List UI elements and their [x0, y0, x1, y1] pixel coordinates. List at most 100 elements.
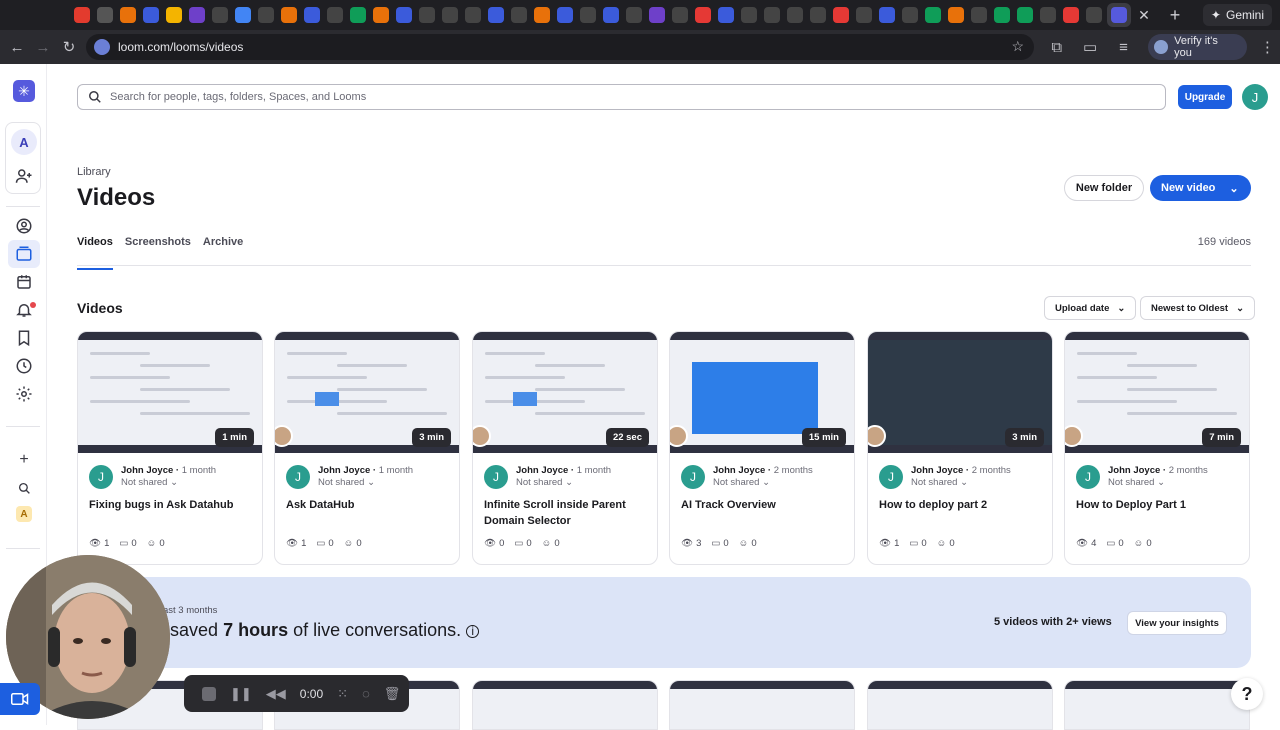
tab-favicon-icon[interactable]: [510, 7, 527, 23]
tab-favicon-icon[interactable]: [119, 7, 136, 23]
video-thumbnail[interactable]: 7 min: [1065, 332, 1249, 453]
video-thumbnail[interactable]: 1 min: [78, 332, 262, 453]
user-avatar[interactable]: J: [1242, 84, 1268, 110]
tab-favicon-icon[interactable]: [188, 7, 205, 23]
tab-favicon-icon[interactable]: [142, 7, 159, 23]
bookmark-star-icon[interactable]: ☆: [1011, 38, 1024, 55]
tab-favicon-icon[interactable]: [372, 7, 389, 23]
extensions-icon[interactable]: ⧉: [1044, 39, 1069, 56]
tab-favicon-icon[interactable]: [165, 7, 182, 23]
tab-favicon-icon[interactable]: [326, 7, 343, 23]
tab-favicon-icon[interactable]: [625, 7, 642, 23]
tab-favicon-icon[interactable]: [924, 7, 941, 23]
video-title[interactable]: How to Deploy Part 1: [1076, 497, 1241, 513]
cancel-icon[interactable]: ◌: [362, 686, 370, 701]
profile-verify-button[interactable]: Verify it's you: [1148, 34, 1247, 60]
camera-toggle-icon[interactable]: [0, 683, 40, 715]
video-card[interactable]: 15 min J John Joyce · 2 months Not shared ⌄…: [669, 331, 855, 565]
tab-favicon-icon[interactable]: [257, 7, 274, 23]
gemini-button[interactable]: ✦ Gemini: [1202, 4, 1272, 26]
video-card-thumbnail-partial[interactable]: [472, 680, 658, 730]
tab-favicon-icon[interactable]: [602, 7, 619, 23]
tab-favicon-icon[interactable]: [809, 7, 826, 23]
tab-favicon-icon[interactable]: [1039, 7, 1056, 23]
tab-favicon-icon[interactable]: [993, 7, 1010, 23]
pause-icon[interactable]: ❚❚: [230, 686, 252, 702]
tab-favicon-icon[interactable]: [579, 7, 596, 23]
tab-favicon-icon[interactable]: [487, 7, 504, 23]
tab-favicon-icon[interactable]: [556, 7, 573, 23]
tab-favicon-icon[interactable]: [395, 7, 412, 23]
tab-favicon-icon[interactable]: [694, 7, 711, 23]
bookmark-icon[interactable]: [8, 324, 40, 352]
active-tab[interactable]: [1107, 3, 1131, 27]
video-card-thumbnail-partial[interactable]: [867, 680, 1053, 730]
tab-favicon-icon[interactable]: [418, 7, 435, 23]
new-tab-icon[interactable]: +: [1161, 5, 1189, 26]
new-video-button[interactable]: New video ⌄: [1150, 175, 1251, 201]
workspace-shortcut[interactable]: A: [8, 500, 40, 528]
info-icon[interactable]: i: [466, 624, 480, 638]
tab-favicon-icon[interactable]: [855, 7, 872, 23]
notifications-bell-icon[interactable]: [8, 296, 40, 324]
tab-favicon-icon[interactable]: [96, 7, 113, 23]
tab-favicon-icon[interactable]: [648, 7, 665, 23]
tab-favicon-icon[interactable]: [786, 7, 803, 23]
tab-favicon-icon[interactable]: [234, 7, 251, 23]
video-card[interactable]: 7 min J John Joyce · 2 months Not shared ⌄ H…: [1064, 331, 1250, 565]
view-insights-button[interactable]: View your insights: [1127, 611, 1227, 635]
video-thumbnail[interactable]: 22 sec: [473, 332, 657, 453]
invite-user-icon[interactable]: [8, 162, 40, 190]
video-thumbnail[interactable]: 3 min: [868, 332, 1052, 453]
add-icon[interactable]: +: [8, 446, 40, 474]
tab-favicon-icon[interactable]: [73, 7, 90, 23]
loom-logo-icon[interactable]: ✳: [13, 80, 35, 102]
profile-icon[interactable]: [8, 212, 40, 240]
video-thumbnail[interactable]: 15 min: [670, 332, 854, 453]
video-title[interactable]: Ask DataHub: [286, 497, 451, 513]
tab-favicon-icon[interactable]: [763, 7, 780, 23]
search-icon[interactable]: [8, 474, 40, 502]
workspace-avatar[interactable]: A: [11, 129, 37, 155]
share-status-dropdown[interactable]: Not shared ⌄: [1108, 477, 1208, 489]
trash-icon[interactable]: 🗑︎: [384, 686, 401, 702]
tab-favicon-icon[interactable]: [441, 7, 458, 23]
tab-favicon-icon[interactable]: [464, 7, 481, 23]
tab-favicon-icon[interactable]: [211, 7, 228, 23]
video-card-thumbnail-partial[interactable]: [1064, 680, 1250, 730]
tab-favicon-icon[interactable]: [832, 7, 849, 23]
tab-favicon-icon[interactable]: [1016, 7, 1033, 23]
tab-favicon-icon[interactable]: [533, 7, 550, 23]
new-folder-button[interactable]: New folder: [1064, 175, 1144, 201]
close-tab-icon[interactable]: ✕: [1133, 7, 1155, 24]
video-title[interactable]: Fixing bugs in Ask Datahub: [89, 497, 254, 513]
share-status-dropdown[interactable]: Not shared ⌄: [911, 477, 1011, 489]
video-thumbnail[interactable]: 3 min: [275, 332, 459, 453]
sort-order-dropdown[interactable]: Newest to Oldest ⌄: [1140, 296, 1256, 320]
tab-favicon-icon[interactable]: [947, 7, 964, 23]
calendar-icon[interactable]: [8, 268, 40, 296]
tab-favicon-icon[interactable]: [1062, 7, 1079, 23]
tab-favicon-icon[interactable]: [349, 7, 366, 23]
tab-favicon-icon[interactable]: [303, 7, 320, 23]
media-icon[interactable]: ≡: [1111, 39, 1136, 56]
history-clock-icon[interactable]: [8, 352, 40, 380]
video-card[interactable]: 1 min J John Joyce · 1 month Not shared ⌄ Fi…: [77, 331, 263, 565]
share-status-dropdown[interactable]: Not shared ⌄: [121, 477, 216, 489]
restart-icon[interactable]: ◀◀: [266, 686, 286, 702]
tab-favicon-icon[interactable]: [717, 7, 734, 23]
site-info-icon[interactable]: [94, 39, 110, 55]
settings-gear-icon[interactable]: [8, 380, 40, 408]
upgrade-button[interactable]: Upgrade: [1178, 85, 1232, 109]
chevron-down-icon[interactable]: ⌄: [1229, 182, 1238, 195]
tab-favicon-icon[interactable]: [671, 7, 688, 23]
video-card[interactable]: 3 min J John Joyce · 2 months Not shared ⌄ H…: [867, 331, 1053, 565]
tab-favicon-icon[interactable]: [740, 7, 757, 23]
address-bar[interactable]: loom.com/looms/videos ☆: [86, 34, 1034, 60]
search-bar[interactable]: Search for people, tags, folders, Spaces…: [77, 84, 1166, 110]
tab-favicon-icon[interactable]: [878, 7, 895, 23]
share-status-dropdown[interactable]: Not shared ⌄: [318, 477, 413, 489]
library-icon[interactable]: [8, 240, 40, 268]
forward-icon[interactable]: →: [30, 39, 56, 56]
share-status-dropdown[interactable]: Not shared ⌄: [516, 477, 611, 489]
